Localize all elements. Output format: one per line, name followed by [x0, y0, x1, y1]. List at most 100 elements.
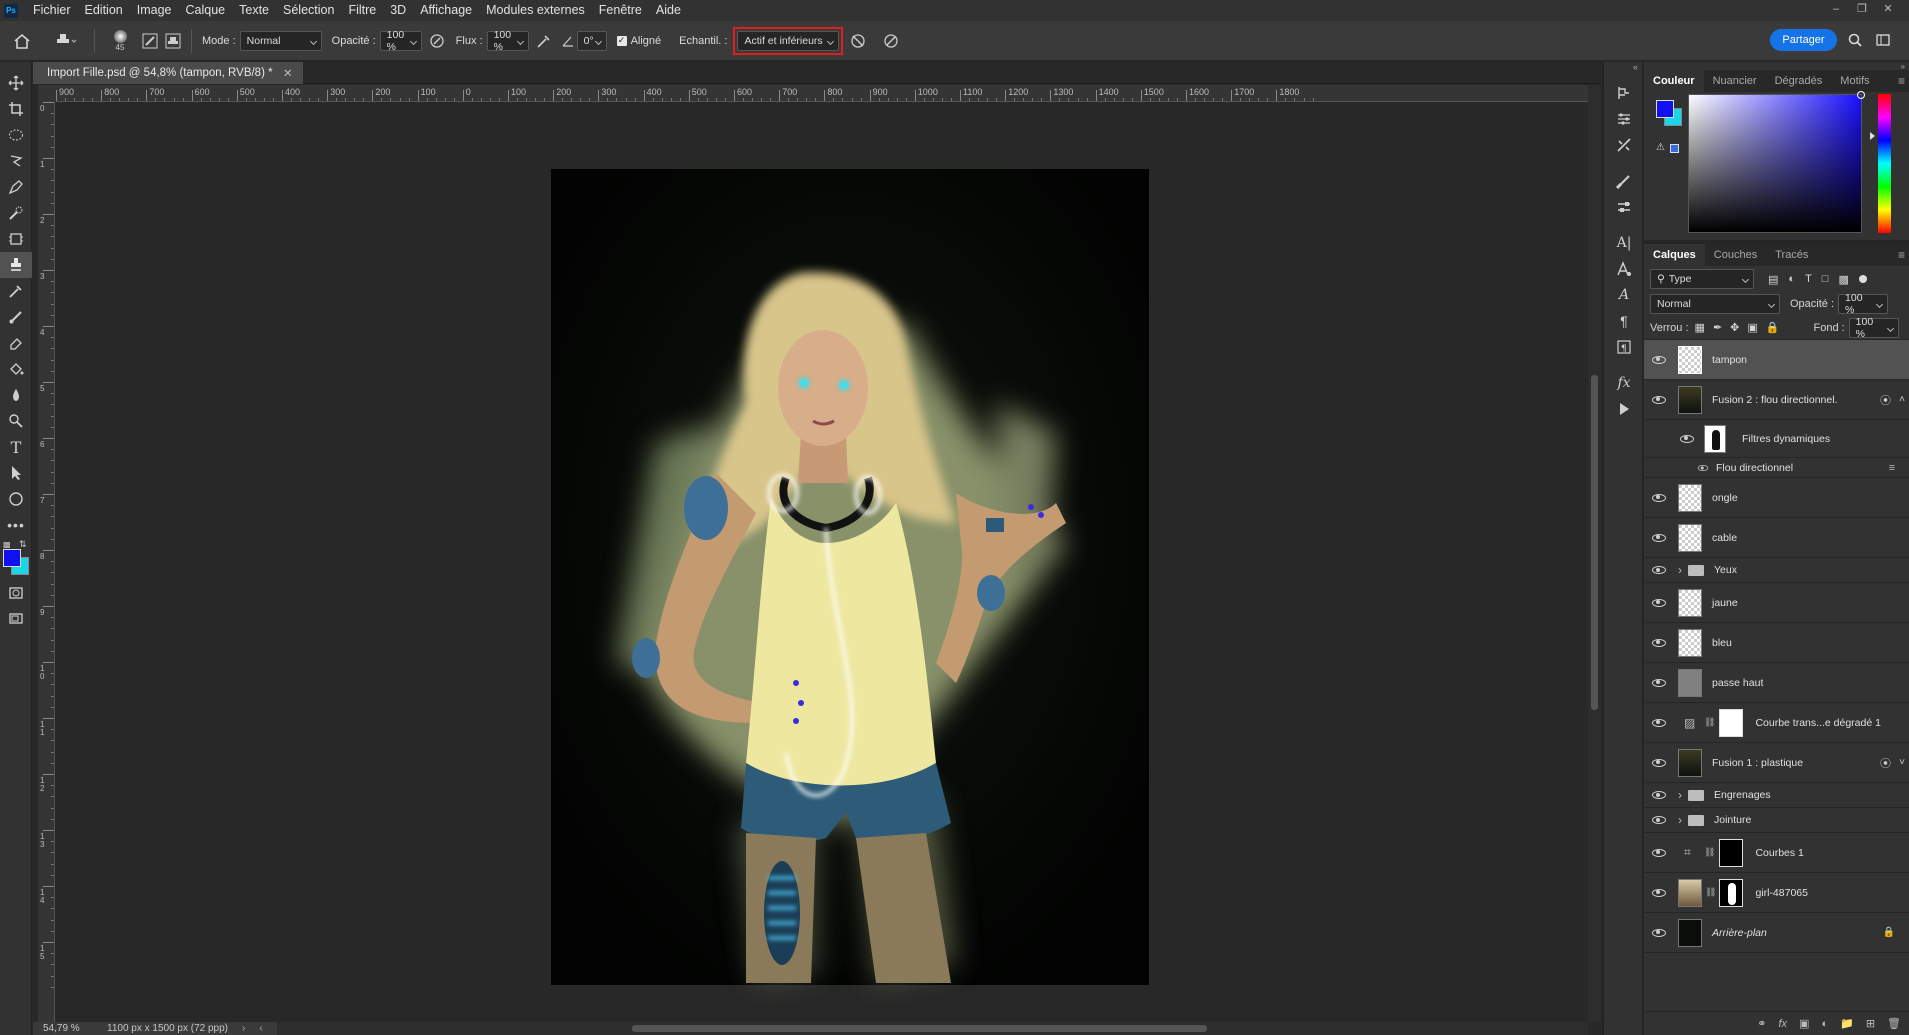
mask-link-icon[interactable]: ⛓: [1704, 717, 1715, 728]
layer-thumbnail[interactable]: [1678, 345, 1702, 374]
elliptical-marquee-icon[interactable]: [0, 122, 32, 148]
visibility-eye-icon[interactable]: [1652, 928, 1666, 937]
visibility-eye-icon[interactable]: [1652, 533, 1666, 542]
blur-tool-icon[interactable]: [0, 382, 32, 408]
filter-shape-icon[interactable]: □: [1822, 273, 1829, 285]
layer-mask-thumbnail[interactable]: [1719, 708, 1744, 737]
pressure-size-icon[interactable]: [873, 33, 909, 49]
layer-row[interactable]: › Jointure: [1644, 808, 1909, 833]
panel-foreground-swatch[interactable]: [1656, 100, 1674, 118]
tab-motifs[interactable]: Motifs: [1831, 70, 1878, 92]
filter-mask-thumbnail[interactable]: [1704, 424, 1726, 453]
menu-item-edition[interactable]: Edition: [78, 0, 130, 21]
visibility-eye-icon[interactable]: [1652, 355, 1666, 364]
menu-item-fichier[interactable]: Fichier: [26, 0, 78, 21]
brush-tool-icon[interactable]: [0, 304, 32, 330]
clone-source-icon[interactable]: [161, 33, 185, 49]
sample-select[interactable]: Actif et inférieurs: [737, 30, 840, 51]
expand-effects-icon[interactable]: ˄: [1899, 394, 1905, 405]
character-styles-icon[interactable]: A: [1604, 282, 1644, 308]
layer-thumbnail[interactable]: [1678, 385, 1702, 414]
glyphs-panel-icon[interactable]: [1604, 256, 1644, 282]
paragraph-panel-icon[interactable]: ¶: [1604, 308, 1644, 334]
flux-input[interactable]: 100 %: [486, 29, 529, 53]
smart-filter-icon[interactable]: ⦿: [1880, 755, 1891, 771]
ellipse-shape-icon[interactable]: [0, 486, 32, 512]
lasso-tool-icon[interactable]: [0, 148, 32, 174]
gradient-map-icon[interactable]: ▨: [1684, 716, 1700, 730]
clone-stamp-preset-icon[interactable]: [44, 32, 88, 50]
screen-mode-icon[interactable]: [0, 606, 32, 632]
link-layers-icon[interactable]: ⚭: [1757, 1017, 1766, 1030]
tab-degrades[interactable]: Dégradés: [1766, 70, 1832, 92]
eyedropper-icon[interactable]: [0, 278, 32, 304]
visibility-eye-icon[interactable]: [1652, 816, 1666, 824]
clone-stamp-tool-icon[interactable]: [0, 252, 32, 278]
foreground-color-swatch[interactable]: [3, 549, 21, 567]
visibility-eye-icon[interactable]: [1652, 395, 1666, 404]
layer-row[interactable]: › Engrenages: [1644, 783, 1909, 808]
document-tab[interactable]: Import Fille.psd @ 54,8% (tampon, RVB/8)…: [33, 62, 303, 84]
menu-item-aide[interactable]: Aide: [649, 0, 688, 21]
canvas-area[interactable]: [56, 103, 1588, 1022]
layer-row[interactable]: Arrière-plan 🔒: [1644, 913, 1909, 953]
horizontal-scroll-thumb[interactable]: [632, 1025, 1207, 1032]
opacity-input[interactable]: 100 %: [379, 29, 422, 53]
layer-thumbnail[interactable]: [1678, 748, 1702, 777]
layer-row[interactable]: Fusion 2 : flou directionnel. ⦿ ˄: [1644, 380, 1909, 420]
vertical-ruler[interactable]: 0 1 2 3 4 5 6 7 8 9 1 0 1 1 1 2 1 3 1 4 1 5: [38, 102, 55, 1022]
menu-item-3d[interactable]: 3D: [383, 0, 413, 21]
zoom-level[interactable]: 54,79 %: [43, 1023, 99, 1034]
group-expand-icon[interactable]: ›: [1678, 563, 1682, 577]
brush-settings-icon[interactable]: [139, 33, 161, 49]
curves-icon[interactable]: ⌗: [1684, 845, 1700, 860]
more-tools-icon[interactable]: •••: [0, 512, 32, 538]
pen-tool-icon[interactable]: [0, 174, 32, 200]
blend-mode-select[interactable]: Normal: [1650, 294, 1780, 314]
new-group-icon[interactable]: 📁: [1840, 1017, 1854, 1030]
layer-thumbnail[interactable]: [1678, 588, 1702, 617]
pressure-opacity-icon[interactable]: [422, 33, 452, 49]
actions-panel-icon[interactable]: [1604, 396, 1644, 422]
aligned-checkbox[interactable]: ✓: [616, 35, 627, 46]
close-icon[interactable]: ✕: [1877, 0, 1899, 18]
layer-thumbnail[interactable]: [1678, 483, 1702, 512]
visibility-eye-icon[interactable]: [1652, 888, 1666, 897]
hue-slider-marker[interactable]: [1870, 132, 1875, 140]
type-tool-icon[interactable]: T: [0, 434, 32, 460]
filter-type-icon[interactable]: T: [1805, 273, 1812, 285]
lock-artboard-icon[interactable]: ▣: [1747, 321, 1757, 334]
mask-link-icon[interactable]: ⛓: [1705, 887, 1716, 898]
menu-item-filtre[interactable]: Filtre: [341, 0, 383, 21]
collapse-panels-icon[interactable]: »: [1644, 62, 1909, 71]
tab-nuancier[interactable]: Nuancier: [1704, 70, 1766, 92]
color-swatches[interactable]: ▩ ⇅: [0, 538, 31, 580]
filter-options-icon[interactable]: ≡: [1889, 462, 1895, 474]
layer-row[interactable]: passe haut: [1644, 663, 1909, 703]
group-expand-icon[interactable]: ›: [1678, 813, 1682, 827]
filter-pixel-icon[interactable]: ▤: [1768, 273, 1778, 286]
layer-opacity-input[interactable]: 100 %: [1838, 292, 1889, 316]
vertical-scroll-thumb[interactable]: [1591, 375, 1598, 710]
mode-select[interactable]: Normal: [239, 30, 322, 51]
layer-row[interactable]: › Yeux: [1644, 558, 1909, 583]
hue-slider[interactable]: [1878, 94, 1891, 233]
filter-toggle-icon[interactable]: [1858, 275, 1867, 283]
eraser-tool-icon[interactable]: [0, 330, 32, 356]
visibility-eye-icon[interactable]: [1652, 638, 1666, 647]
character-panel-icon[interactable]: A|: [1604, 230, 1644, 256]
layer-style-fx-icon[interactable]: fx: [1778, 1018, 1787, 1030]
color-panel-menu-icon[interactable]: ≡: [1898, 74, 1905, 88]
brush-preset-picker[interactable]: 45: [101, 23, 139, 59]
paragraph-styles-icon[interactable]: ¶: [1604, 334, 1644, 360]
layer-mask-thumbnail[interactable]: [1719, 878, 1744, 907]
visibility-eye-icon[interactable]: [1652, 718, 1666, 727]
layer-row[interactable]: jaune: [1644, 583, 1909, 623]
document-image[interactable]: [56, 103, 1588, 1022]
visibility-eye-icon[interactable]: [1652, 758, 1666, 767]
layer-thumbnail[interactable]: [1678, 668, 1702, 697]
restore-icon[interactable]: ❐: [1851, 0, 1873, 18]
filter-adjustment-icon[interactable]: ◐: [1788, 273, 1795, 285]
status-expand-icon[interactable]: ›: [242, 1023, 245, 1034]
styles-panel-icon[interactable]: fx: [1604, 370, 1644, 396]
